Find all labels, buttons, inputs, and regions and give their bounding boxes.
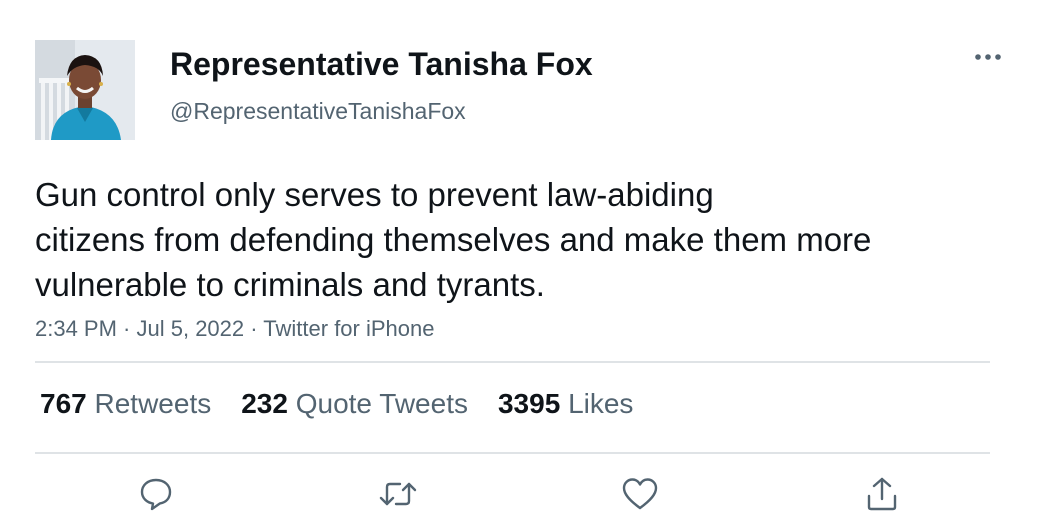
tweet-text-line: Gun control only serves to prevent law-a…	[35, 176, 714, 213]
tweet-date[interactable]: Jul 5, 2022	[137, 316, 245, 341]
author-handle[interactable]: @RepresentativeTanishaFox	[170, 97, 466, 125]
author-display-name[interactable]: Representative Tanisha Fox	[170, 44, 593, 84]
tweet-stats: 767 Retweets 232 Quote Tweets 3395 Likes	[40, 386, 663, 422]
more-options-button[interactable]	[966, 40, 1010, 74]
heart-icon	[622, 478, 658, 510]
share-icon	[867, 477, 897, 511]
reply-icon	[140, 478, 172, 511]
quote-tweets-count: 232	[241, 388, 288, 419]
retweets-label: Retweets	[94, 388, 212, 419]
tweet-time[interactable]: 2:34 PM	[35, 316, 117, 341]
retweet-icon	[379, 482, 417, 506]
reply-button[interactable]	[134, 474, 178, 514]
tweet-text: Gun control only serves to prevent law-a…	[35, 172, 995, 307]
retweet-button[interactable]	[376, 474, 420, 514]
tweet-text-line: vulnerable to criminals and tyrants.	[35, 266, 545, 303]
like-button[interactable]	[618, 474, 662, 514]
likes-stat[interactable]: 3395 Likes	[498, 386, 633, 422]
tweet-text-line: citizens from defending themselves and m…	[35, 221, 872, 258]
tweet-source[interactable]: Twitter for iPhone	[263, 316, 434, 341]
likes-label: Likes	[568, 388, 634, 419]
share-button[interactable]	[860, 474, 904, 514]
retweets-count: 767	[40, 388, 87, 419]
meta-separator: ·	[244, 316, 264, 341]
likes-count: 3395	[497, 388, 561, 419]
quote-tweets-label: Quote Tweets	[295, 388, 468, 419]
retweets-stat[interactable]: 767 Retweets	[40, 386, 211, 422]
divider-bottom	[35, 452, 990, 454]
divider-top	[35, 361, 990, 363]
author-avatar[interactable]	[35, 40, 135, 140]
more-options-icon	[975, 54, 1001, 60]
tweet-metadata: 2:34 PM · Jul 5, 2022 · Twitter for iPho…	[35, 315, 434, 343]
meta-separator: ·	[116, 316, 137, 341]
quote-tweets-stat[interactable]: 232 Quote Tweets	[241, 386, 468, 422]
